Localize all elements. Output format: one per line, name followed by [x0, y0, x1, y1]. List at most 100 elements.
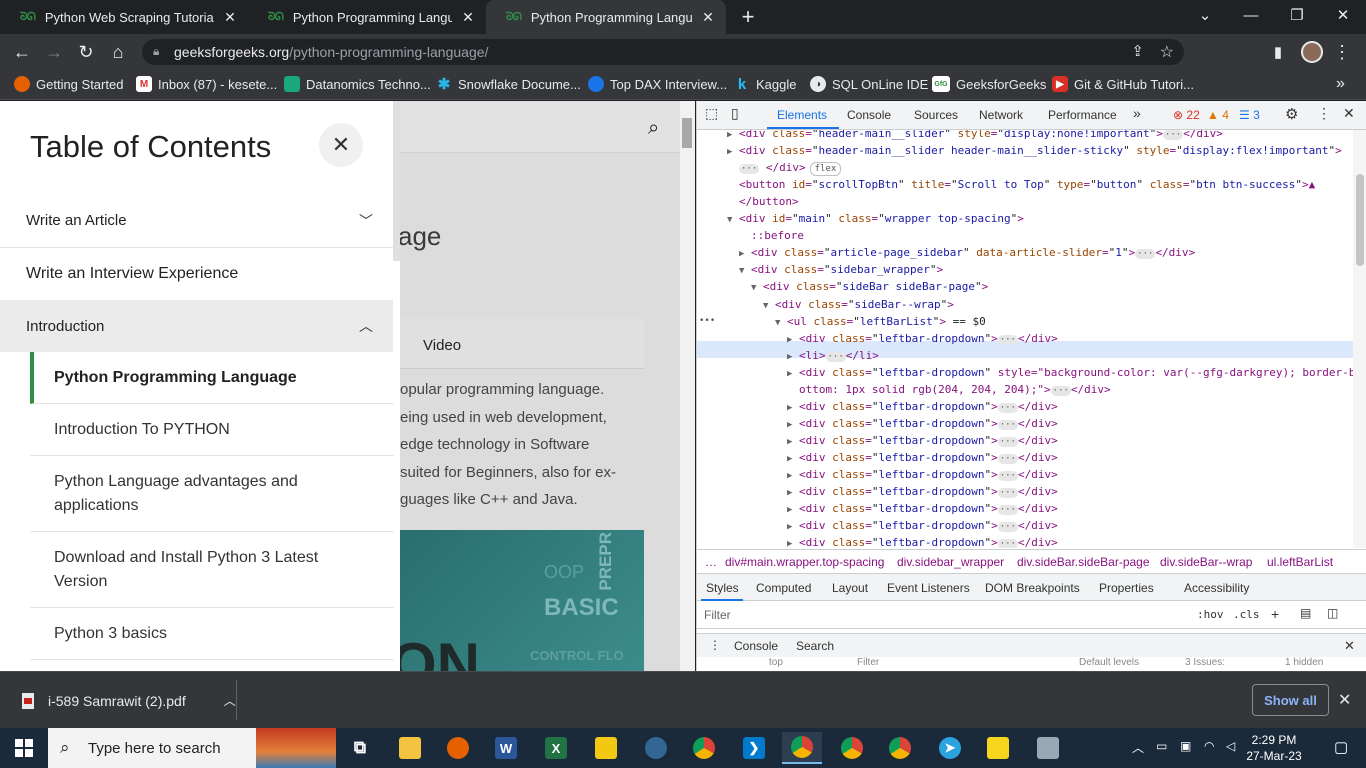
close-download-bar-icon[interactable]: ✕ — [1338, 690, 1351, 710]
toc-scrollbar[interactable] — [393, 101, 400, 261]
toc-item[interactable]: Download and Install Python 3 Latest Ver… — [30, 532, 394, 608]
expand-triangle-open-icon[interactable]: ▼ — [775, 315, 787, 332]
back-icon[interactable]: ← — [6, 34, 38, 70]
task-view-icon[interactable]: ⧉ — [340, 732, 380, 764]
page-scrollbar[interactable] — [680, 101, 695, 671]
excel-icon[interactable]: X — [536, 732, 576, 764]
dom-node-line[interactable]: ▶ <div class="header-main__slider" style=… — [727, 130, 1223, 142]
issues-badge[interactable]: ☰ 3 — [1239, 108, 1260, 122]
breadcrumb-item[interactable]: ul.leftBarList — [1267, 555, 1333, 569]
expand-triangle-icon[interactable]: ▶ — [787, 536, 799, 548]
dom-node-line[interactable]: ▶ <li> ··· </li> — [787, 347, 879, 364]
address-bar[interactable]: 🔒︎ geeksforgeeks.org/python-programming-… — [142, 39, 1184, 65]
dom-node-line[interactable]: ▶ <div class="leftbar-dropdown"> ··· </div> — [787, 517, 1058, 534]
dom-node-line[interactable]: ▶ <div class="leftbar-dropdown"> ··· </div> — [787, 330, 1058, 347]
devtools-menu-icon[interactable]: ⋮ — [1317, 105, 1331, 122]
dom-node-line[interactable]: ▶ <div class="leftbar-dropdown"> ··· </div> — [787, 483, 1058, 500]
close-tab-icon[interactable]: ✕ — [222, 9, 238, 26]
breadcrumb-item[interactable]: div.sideBar--wrap — [1160, 555, 1252, 569]
bookmark-kaggle[interactable]: k Kaggle — [734, 70, 797, 98]
errors-badge[interactable]: ⊗ 22 — [1173, 108, 1200, 122]
dom-node-line[interactable]: ::before — [739, 227, 804, 244]
avatar[interactable] — [1296, 34, 1328, 70]
expand-triangle-open-icon[interactable]: ▼ — [751, 280, 763, 297]
battery-icon[interactable]: ▭ — [1156, 739, 1167, 753]
console-levels[interactable]: Default levels — [1079, 657, 1139, 668]
more-bookmarks-icon[interactable]: » — [1336, 70, 1345, 98]
tab-event-listeners[interactable]: Event Listeners — [887, 581, 970, 595]
drawer-menu-icon[interactable]: ⋮ — [709, 638, 721, 652]
bookmark-snowflake[interactable]: ✱ Snowflake Docume... — [436, 70, 581, 98]
dom-node-line[interactable]: ▼ <ul class="leftBarList"> == $0 ••• — [699, 313, 986, 332]
download-item[interactable]: i-589 Samrawit (2).pdf ︿ — [22, 692, 236, 709]
bookmark-getting-started[interactable]: Getting Started — [14, 70, 123, 98]
browser-tab[interactable]: ᘐᘏ Python Web Scraping Tutorial - G ✕ — [0, 0, 248, 34]
tab-properties[interactable]: Properties — [1099, 581, 1154, 595]
bookmark-star-icon[interactable]: ☆ — [1160, 42, 1174, 62]
power-bi-icon[interactable] — [586, 732, 626, 764]
inspect-icon[interactable]: ⬚ — [705, 105, 718, 122]
chevron-up-icon[interactable]: ︿ — [1132, 739, 1144, 756]
breadcrumb-item[interactable]: div#main.wrapper.top-spacing — [725, 555, 884, 569]
color-palette-icon[interactable]: ▤ — [1300, 606, 1311, 620]
toc-section-introduction[interactable]: Introduction ︿ — [0, 300, 393, 352]
toggle-sidebar-icon[interactable]: ◫ — [1327, 606, 1338, 620]
chrome-profile-icon[interactable] — [832, 732, 872, 764]
cls-toggle[interactable]: .cls — [1233, 608, 1260, 621]
bookmark-dax[interactable]: Top DAX Interview... — [588, 70, 727, 98]
video-tab[interactable]: Video — [400, 319, 644, 369]
expand-triangle-open-icon[interactable]: ▼ — [739, 263, 751, 280]
dom-node-line[interactable]: ▶ <div class="leftbar-dropdown"> ··· </div> — [787, 398, 1058, 415]
console-context[interactable]: top — [769, 657, 783, 668]
firefox-icon[interactable] — [438, 732, 478, 764]
bookmark-sql-online[interactable]: ◑ SQL OnLine IDE — [810, 70, 928, 98]
toc-item[interactable]: Python Language advantages and applicati… — [30, 456, 394, 532]
word-icon[interactable]: W — [486, 732, 526, 764]
tab-network[interactable]: Network — [979, 108, 1023, 122]
display-settings-icon[interactable] — [1028, 732, 1068, 764]
bookmark-geeksforgeeks[interactable]: GfG GeeksforGeeks — [932, 70, 1046, 98]
console-issues[interactable]: 3 Issues: — [1185, 657, 1225, 668]
bookmark-inbox[interactable]: M Inbox (87) - kesete... — [136, 70, 277, 98]
file-explorer-icon[interactable] — [390, 732, 430, 764]
tab-dom-breakpoints[interactable]: DOM Breakpoints — [985, 581, 1080, 595]
search-icon[interactable]: ⌕ — [648, 117, 659, 140]
dom-node-line[interactable]: ▶ <div class="leftbar-dropdown"> ··· </div> — [787, 415, 1058, 432]
more-tabs-icon[interactable]: » — [1133, 105, 1141, 121]
dom-node-line[interactable]: ▼ <div class="sideBar--wrap"> — [763, 296, 954, 313]
dom-node-line[interactable]: ▼ <div class="sidebar_wrapper"> — [739, 261, 943, 278]
taskbar-clock[interactable]: 2:29 PM 27-Mar-23 — [1246, 732, 1302, 764]
side-panel-icon[interactable]: ▮ — [1262, 34, 1294, 70]
breadcrumb-item[interactable]: div.sidebar_wrapper — [897, 555, 1004, 569]
dom-node-line[interactable]: ▶ <div class="article-page_sidebar" data-… — [739, 244, 1195, 261]
close-tab-icon[interactable]: ✕ — [700, 9, 716, 26]
drawer-tab-search[interactable]: Search — [796, 639, 834, 653]
minimize-icon[interactable]: — — [1228, 0, 1274, 30]
warnings-badge[interactable]: ▲ 4 — [1207, 108, 1229, 122]
notifications-icon[interactable]: ▢ — [1334, 738, 1348, 756]
dom-scrollbar[interactable] — [1353, 130, 1366, 548]
bookmark-git-github[interactable]: ▶ Git & GitHub Tutori... — [1052, 70, 1194, 98]
dom-node-line[interactable]: ▶ <div class="leftbar-dropdown"> ··· </div> — [787, 466, 1058, 483]
dom-node-line[interactable]: ▶ <div class="leftbar-dropdown" style="ba… — [787, 364, 1353, 381]
show-all-button[interactable]: Show all — [1252, 684, 1329, 716]
browser-tab-active[interactable]: ᘐᘏ Python Programming Language ✕ — [486, 0, 726, 34]
dom-node-line[interactable]: ▶ <div class="leftbar-dropdown"> ··· </div> — [787, 432, 1058, 449]
search-highlight-image[interactable] — [256, 728, 336, 768]
tab-performance[interactable]: Performance — [1048, 108, 1117, 122]
chrome-icon[interactable] — [684, 732, 724, 764]
new-tab-button[interactable]: + — [730, 0, 766, 34]
device-toolbar-icon[interactable]: ▯ — [731, 105, 739, 122]
tab-styles[interactable]: Styles — [706, 581, 739, 595]
dom-node-line[interactable]: ▶ <div class="leftbar-dropdown"> ··· </div> — [787, 534, 1058, 548]
taskbar-search-box[interactable]: ⌕ Type here to search — [48, 728, 256, 768]
reload-icon[interactable]: ↻ — [70, 34, 102, 70]
tab-computed[interactable]: Computed — [756, 581, 811, 595]
close-drawer-icon[interactable]: ✕ — [1344, 638, 1355, 654]
start-button[interactable] — [0, 728, 48, 768]
toc-section-write-article[interactable]: Write an Article ﹀ — [0, 194, 393, 248]
dom-node-line[interactable]: </button> — [727, 193, 799, 210]
dom-node-line[interactable]: <button id="scrollTopBtn" title="Scroll … — [727, 176, 1315, 193]
dom-node-line[interactable]: ▶ <div class="header-main__slider header-… — [727, 142, 1342, 159]
tab-search-icon[interactable]: ⌄ — [1182, 0, 1228, 30]
